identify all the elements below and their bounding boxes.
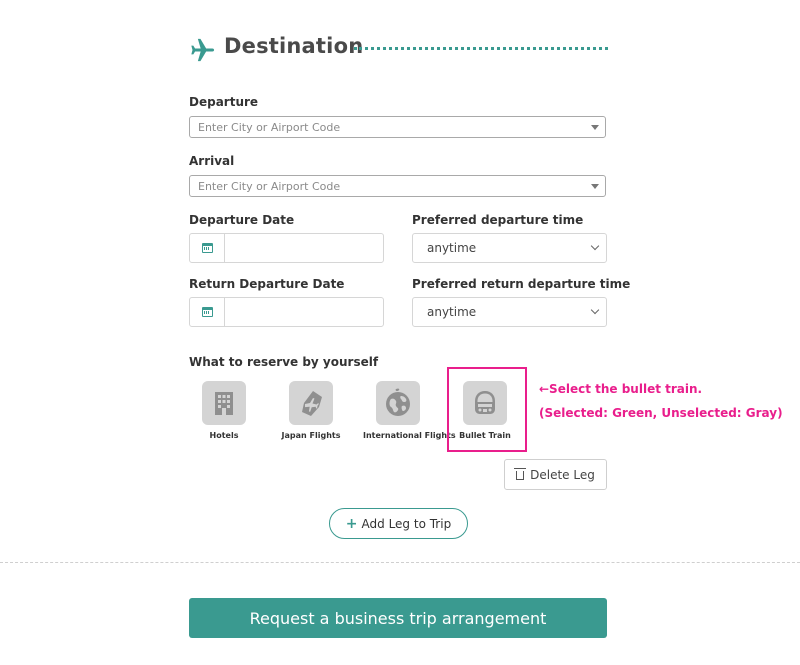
reserve-option-japan-flights[interactable]: Japan Flights <box>276 381 346 440</box>
title-divider <box>354 47 608 50</box>
add-leg-button[interactable]: + Add Leg to Trip <box>329 508 468 539</box>
annotation-line2: (Selected: Green, Unselected: Gray) <box>539 406 783 420</box>
japan-map-plane-icon <box>302 391 322 416</box>
annotation-line1: ←Select the bullet train. <box>539 382 703 396</box>
preferred-departure-time-label: Preferred departure time <box>412 213 584 227</box>
reserve-label: What to reserve by yourself <box>189 355 379 369</box>
hotel-icon <box>215 392 233 415</box>
preferred-return-time-value: anytime <box>427 305 477 319</box>
section-title: Destination <box>224 34 364 58</box>
request-arrangement-label: Request a business trip arrangement <box>249 608 547 628</box>
preferred-departure-time-value: anytime <box>427 241 477 255</box>
bullet-train-highlight <box>447 367 527 452</box>
arrival-label: Arrival <box>189 154 235 168</box>
plus-icon: + <box>345 515 358 532</box>
reserve-option-label: International Flights <box>363 431 456 440</box>
arrival-select[interactable]: Enter City or Airport Code <box>189 175 606 197</box>
arrival-placeholder: Enter City or Airport Code <box>198 180 341 193</box>
return-date-label: Return Departure Date <box>189 277 345 291</box>
airplane-icon <box>191 38 215 62</box>
return-date-input[interactable] <box>189 297 384 327</box>
departure-date-label: Departure Date <box>189 213 295 227</box>
reserve-option-label: Hotels <box>209 431 239 440</box>
calendar-icon[interactable] <box>190 298 225 326</box>
reserve-option-hotels[interactable]: Hotels <box>189 381 259 440</box>
dropdown-arrow-icon <box>591 125 599 130</box>
delete-leg-button[interactable]: Delete Leg <box>504 459 607 490</box>
reserve-option-label: Japan Flights <box>281 431 341 440</box>
delete-leg-label: Delete Leg <box>530 467 595 482</box>
departure-select[interactable]: Enter City or Airport Code <box>189 116 606 138</box>
preferred-return-time-select[interactable]: anytime <box>412 297 607 327</box>
preferred-return-time-label: Preferred return departure time <box>412 277 631 291</box>
trash-icon <box>514 468 527 480</box>
globe-icon <box>386 388 410 416</box>
chevron-down-icon <box>590 305 600 315</box>
add-leg-label: Add Leg to Trip <box>361 516 452 531</box>
dropdown-arrow-icon <box>591 184 599 189</box>
reserve-option-international-flights[interactable]: International Flights <box>363 381 456 440</box>
departure-date-input[interactable] <box>189 233 384 263</box>
request-arrangement-button[interactable]: Request a business trip arrangement <box>189 598 607 638</box>
departure-label: Departure <box>189 95 259 109</box>
section-divider <box>0 562 800 563</box>
chevron-down-icon <box>590 241 600 251</box>
preferred-departure-time-select[interactable]: anytime <box>412 233 607 263</box>
departure-placeholder: Enter City or Airport Code <box>198 121 341 134</box>
calendar-icon[interactable] <box>190 234 225 262</box>
